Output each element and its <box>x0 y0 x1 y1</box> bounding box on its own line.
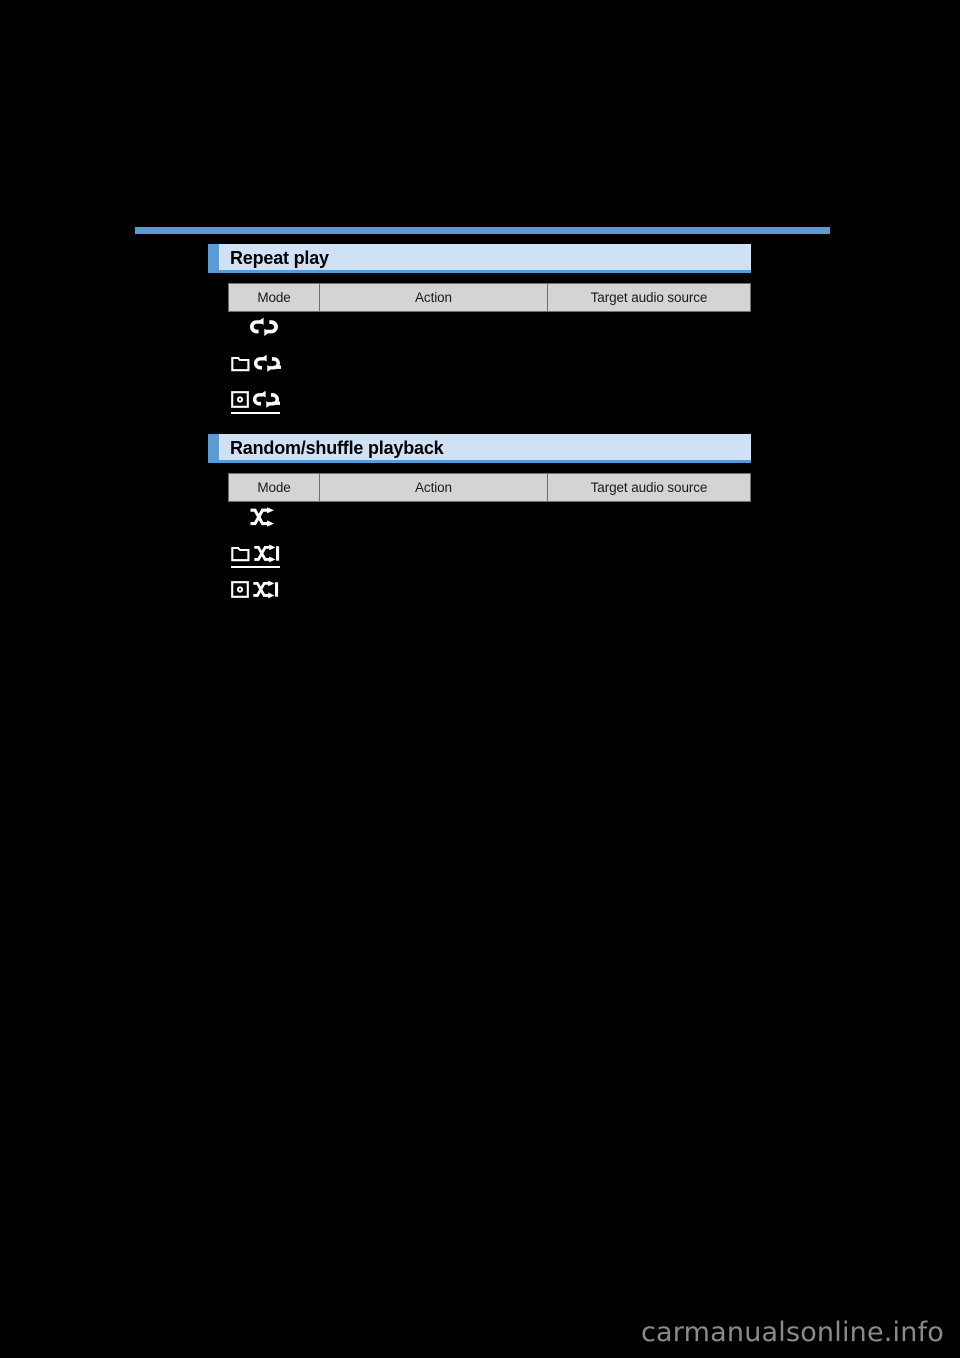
banner-body: Random/shuffle playback <box>219 434 751 463</box>
target-cell <box>547 383 751 420</box>
mode-cell <box>228 537 320 574</box>
table-row <box>228 537 751 574</box>
table-row <box>228 501 751 538</box>
random-shuffle-playback-table: Mode Action Target audio source <box>228 473 751 610</box>
target-cell <box>547 501 751 538</box>
column-header-mode: Mode <box>228 283 320 312</box>
disc-repeat-icon <box>230 390 280 409</box>
column-header-target-audio-source: Target audio source <box>547 473 751 502</box>
mode-cell <box>228 573 320 610</box>
action-cell <box>319 383 548 420</box>
table-header-row: Mode Action Target audio source <box>228 283 751 312</box>
icon-underline <box>230 544 280 568</box>
table-row <box>228 311 751 348</box>
watermark: carmanualsonline.info <box>641 1317 944 1348</box>
banner-accent-bar <box>208 244 219 273</box>
repeat-icon <box>252 390 280 409</box>
column-header-action: Action <box>319 283 548 312</box>
column-header-target-audio-source: Target audio source <box>547 283 751 312</box>
shuffle-icon <box>231 507 277 528</box>
column-header-mode: Mode <box>228 473 320 502</box>
disc-icon <box>230 390 249 408</box>
disc-shuffle-icon <box>230 580 279 599</box>
mode-cell <box>228 383 320 420</box>
top-blue-rule <box>135 227 830 234</box>
target-cell <box>547 347 751 384</box>
folder-icon <box>230 355 250 372</box>
table-row <box>228 573 751 610</box>
table-row <box>228 383 751 420</box>
action-cell <box>319 311 548 348</box>
table-row <box>228 347 751 384</box>
banner-body: Repeat play <box>219 244 751 273</box>
target-cell <box>547 573 751 610</box>
action-cell <box>319 347 548 384</box>
disc-icon <box>230 581 249 598</box>
section-title-random-shuffle-playback: Random/shuffle playback <box>230 437 444 458</box>
target-cell <box>547 311 751 348</box>
column-header-action: Action <box>319 473 548 502</box>
folder-icon <box>230 545 250 562</box>
repeat-play-table: Mode Action Target audio source <box>228 283 751 420</box>
repeat-icon <box>231 317 279 337</box>
table-header-row: Mode Action Target audio source <box>228 473 751 502</box>
document-page: Repeat play Mode Action Target audio sou… <box>0 0 960 1358</box>
shuffle-icon <box>253 544 280 563</box>
mode-cell <box>228 311 320 348</box>
repeat-icon <box>253 354 281 373</box>
mode-cell <box>228 347 320 384</box>
action-cell <box>319 537 548 574</box>
target-cell <box>547 537 751 574</box>
section-title-repeat-play: Repeat play <box>230 247 329 268</box>
folder-shuffle-icon <box>230 544 280 563</box>
folder-repeat-icon <box>230 354 281 373</box>
section-banner-repeat-play: Repeat play <box>208 244 751 273</box>
icon-underline <box>230 390 280 414</box>
shuffle-icon <box>252 580 279 599</box>
action-cell <box>319 573 548 610</box>
banner-accent-bar <box>208 434 219 463</box>
mode-cell <box>228 501 320 538</box>
action-cell <box>319 501 548 538</box>
section-banner-random-shuffle-playback: Random/shuffle playback <box>208 434 751 463</box>
